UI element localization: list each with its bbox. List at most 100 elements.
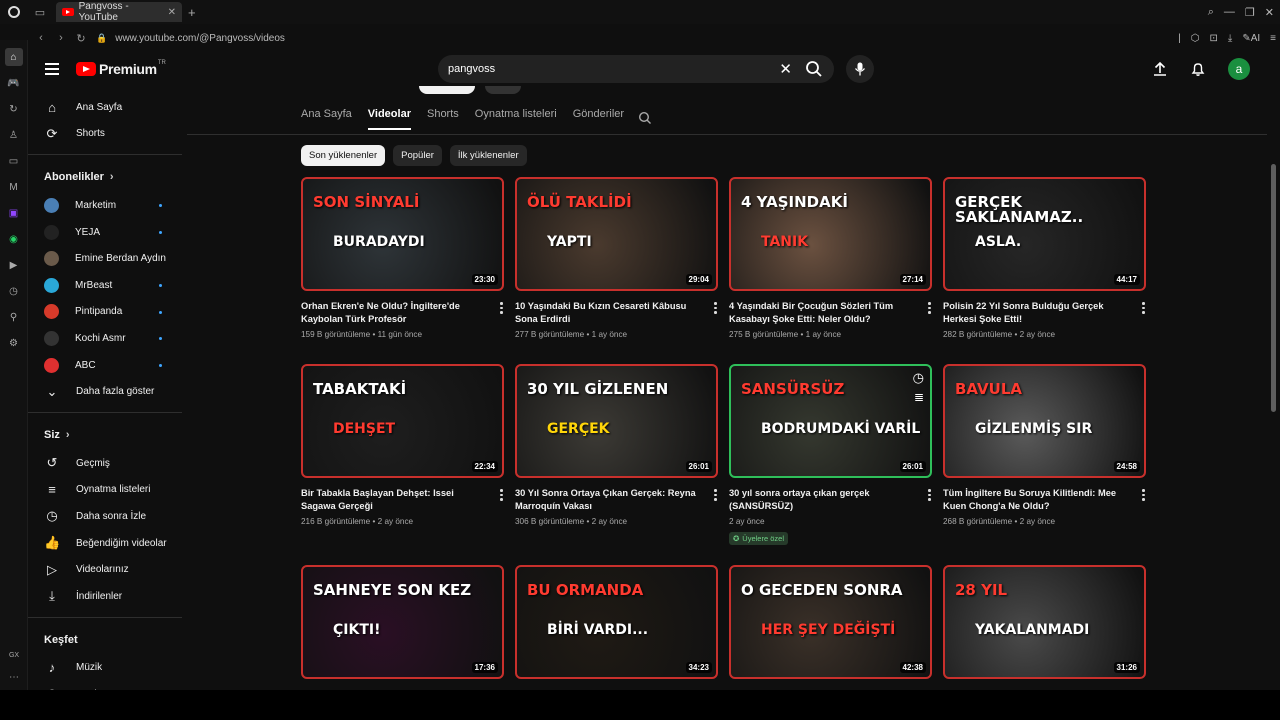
video-thumbnail[interactable]: TABAKTAKİ DEHŞET 22:34 xyxy=(301,364,504,478)
you-heading[interactable]: Siz › xyxy=(28,420,182,450)
video-card[interactable]: GERÇEK SAKLANAMAZ.. ASLA. 44:17 Polisin 22 … xyxy=(943,177,1146,339)
more-icon[interactable]: ⋯ xyxy=(0,672,28,683)
video-thumbnail[interactable]: 4 YAŞINDAKİ TANIK 27:14 xyxy=(729,177,932,291)
sidebar-item-playlists[interactable]: ≡ Oynatma listeleri xyxy=(28,477,182,504)
video-thumbnail[interactable]: GERÇEK SAKLANAMAZ.. ASLA. 44:17 xyxy=(943,177,1146,291)
more-actions-icon[interactable] xyxy=(1142,300,1146,326)
video-title[interactable]: Tüm İngiltere Bu Soruya Kilitlendi: Mee … xyxy=(943,487,1131,513)
more-actions-icon[interactable] xyxy=(500,487,504,513)
subscription-item[interactable]: Kochi Asmr xyxy=(28,325,182,352)
sidebar-item-shorts[interactable]: ⟳ Shorts xyxy=(28,121,182,148)
channel-tab[interactable]: Ana Sayfa xyxy=(301,108,352,128)
watch-later-icon[interactable]: ◷ xyxy=(913,370,924,386)
subscription-item[interactable]: Marketim xyxy=(28,192,182,219)
minimize-icon[interactable]: — xyxy=(1224,6,1235,18)
video-thumbnail[interactable]: SAHNEYE SON KEZ ÇIKTI! 17:36 xyxy=(301,565,504,679)
video-card[interactable]: 4 YAŞINDAKİ TANIK 27:14 4 Yaşındaki Bir Çoc… xyxy=(729,177,932,339)
twitch-icon[interactable]: ▣ xyxy=(5,204,23,222)
channel-search-icon[interactable] xyxy=(638,111,652,125)
video-card[interactable]: BAVULA GİZLENMİŞ SIR 24:58 Tüm İngiltere Bu… xyxy=(943,364,1146,526)
url-text[interactable]: www.youtube.com/@Pangvoss/videos xyxy=(115,33,285,44)
clear-search-icon[interactable]: ✕ xyxy=(779,60,792,78)
menu-icon[interactable]: ≡ xyxy=(1270,33,1276,44)
video-card[interactable]: SAHNEYE SON KEZ ÇIKTI! 17:36 xyxy=(301,565,504,679)
video-title[interactable]: Orhan Ekren'e Ne Oldu? İngiltere'de Kayb… xyxy=(301,300,489,326)
video-thumbnail[interactable]: SANSÜRSÜZ BODRUMDAKİ VARİL 26:01 ◷ ≣ xyxy=(729,364,932,478)
settings-icon[interactable]: ⚙ xyxy=(5,334,23,352)
create-upload-icon[interactable] xyxy=(1152,61,1168,77)
sidebar-item-downloads[interactable]: ⤓ İndirilenler xyxy=(28,583,182,610)
channel-tab[interactable]: Oynatma listeleri xyxy=(475,108,557,128)
sidebar-item-home[interactable]: ⌂ Ana Sayfa xyxy=(28,94,182,121)
download-icon[interactable]: ⤓ xyxy=(1228,33,1232,44)
close-window-icon[interactable]: ✕ xyxy=(1265,6,1274,19)
more-actions-icon[interactable] xyxy=(928,300,932,326)
page-scrollbar[interactable] xyxy=(1271,164,1276,412)
video-card[interactable]: O GECEDEN SONRA HER ŞEY DEĞİŞTİ 42:38 xyxy=(729,565,932,679)
messenger-icon[interactable]: M xyxy=(5,178,23,196)
sidebar-item-watch-later[interactable]: ◷ Daha sonra İzle xyxy=(28,503,182,530)
sidebar-item-music[interactable]: ♪ Müzik xyxy=(28,655,182,682)
more-actions-icon[interactable] xyxy=(714,300,718,326)
sort-chip[interactable]: İlk yüklenenler xyxy=(449,145,527,166)
video-title[interactable]: 10 Yaşındaki Bu Kızın Cesareti Kâbusu So… xyxy=(515,300,703,326)
whatsapp-icon[interactable]: ◉ xyxy=(5,230,23,248)
subscription-item[interactable]: Pintipanda xyxy=(28,299,182,326)
video-thumbnail[interactable]: O GECEDEN SONRA HER ŞEY DEĞİŞTİ 42:38 xyxy=(729,565,932,679)
ai-icon[interactable]: ✎AI xyxy=(1242,33,1260,44)
browser-tab[interactable]: Pangvoss - YouTube ✕ xyxy=(56,1,182,23)
gx-cleaner-icon[interactable]: ↻ xyxy=(5,100,23,118)
new-tab-icon[interactable]: + xyxy=(188,5,196,20)
subscription-item[interactable]: MrBeast xyxy=(28,272,182,299)
sidebar-item-live[interactable]: ◉Canlı xyxy=(28,681,182,690)
channel-tab[interactable]: Gönderiler xyxy=(573,108,624,128)
home-panel-icon[interactable]: ⌂ xyxy=(4,48,23,66)
more-actions-icon[interactable] xyxy=(928,487,932,513)
maximize-icon[interactable]: ❐ xyxy=(1245,6,1255,19)
search-icon[interactable] xyxy=(804,59,824,79)
history-panel-icon[interactable]: ◷ xyxy=(5,282,23,300)
video-thumbnail[interactable]: 28 YIL YAKALANMADI 31:26 xyxy=(943,565,1146,679)
show-more-button[interactable]: ⌄ Daha fazla göster xyxy=(28,378,182,405)
video-thumbnail[interactable]: ÖLÜ TAKLİDİ YAPTI 29:04 xyxy=(515,177,718,291)
subscription-item[interactable]: ABC xyxy=(28,352,182,379)
video-thumbnail[interactable]: SON SİNYALİ BURADAYDI 23:30 xyxy=(301,177,504,291)
tab-close-icon[interactable]: ✕ xyxy=(168,7,176,18)
more-actions-icon[interactable] xyxy=(714,487,718,513)
channel-tab[interactable]: Shorts xyxy=(427,108,459,128)
video-card[interactable]: 30 YIL GİZLENEN GERÇEK 26:01 30 Yıl Sonra O… xyxy=(515,364,718,526)
sort-chip[interactable]: Son yüklenenler xyxy=(301,145,386,166)
video-card[interactable]: ÖLÜ TAKLİDİ YAPTI 29:04 10 Yaşındaki Bu Kız… xyxy=(515,177,718,339)
youtube-logo[interactable]: Premium TR xyxy=(76,60,166,77)
account-avatar[interactable]: a xyxy=(1228,58,1250,80)
video-title[interactable]: 30 yıl sonra ortaya çıkan gerçek (SANSÜR… xyxy=(729,487,917,513)
sidebar-item-history[interactable]: ↺ Geçmiş xyxy=(28,450,182,477)
video-title[interactable]: Bir Tabakla Başlayan Dehşet: Issei Sagaw… xyxy=(301,487,489,513)
video-card[interactable]: SANSÜRSÜZ BODRUMDAKİ VARİL 26:01 ◷ ≣ 30 yıl s… xyxy=(729,364,932,546)
more-actions-icon[interactable] xyxy=(1142,487,1146,513)
tab-list-icon[interactable]: ▭ xyxy=(28,0,52,24)
add-to-queue-icon[interactable]: ≣ xyxy=(914,390,924,404)
hamburger-menu-icon[interactable] xyxy=(45,63,59,75)
snapshot-icon[interactable]: ⊡ xyxy=(1210,33,1218,44)
search-input[interactable] xyxy=(448,63,768,75)
channel-tab[interactable]: Videolar xyxy=(368,108,411,128)
notifications-bell-icon[interactable] xyxy=(1190,61,1206,77)
video-card[interactable]: SON SİNYALİ BURADAYDI 23:30 Orhan Ekren'e N… xyxy=(301,177,504,339)
subscription-item[interactable]: YEJA xyxy=(28,219,182,246)
video-title[interactable]: 4 Yaşındaki Bir Çocuğun Sözleri Tüm Kasa… xyxy=(729,300,917,326)
video-thumbnail[interactable]: BAVULA GİZLENMİŞ SIR 24:58 xyxy=(943,364,1146,478)
gx-corner-icon[interactable]: ♙ xyxy=(5,126,23,144)
voice-search-button[interactable] xyxy=(846,55,874,83)
sidebar-item-your-videos[interactable]: ▷ Videolarınız xyxy=(28,556,182,583)
opera-gx-logo-icon[interactable] xyxy=(0,0,28,24)
back-icon[interactable]: ‹ xyxy=(34,32,48,44)
forward-icon[interactable]: › xyxy=(54,32,68,44)
subscription-item[interactable]: Emine Berdan Aydın xyxy=(28,245,182,272)
search-tabs-icon[interactable]: ⌕ xyxy=(1208,6,1214,19)
video-card[interactable]: 28 YIL YAKALANMADI 31:26 xyxy=(943,565,1146,679)
video-card[interactable]: BU ORMANDA BİRİ VARDI... 34:23 xyxy=(515,565,718,679)
pin-icon[interactable]: ⚲ xyxy=(5,308,23,326)
video-thumbnail[interactable]: BU ORMANDA BİRİ VARDI... 34:23 xyxy=(515,565,718,679)
tv-icon[interactable]: ▭ xyxy=(5,152,23,170)
